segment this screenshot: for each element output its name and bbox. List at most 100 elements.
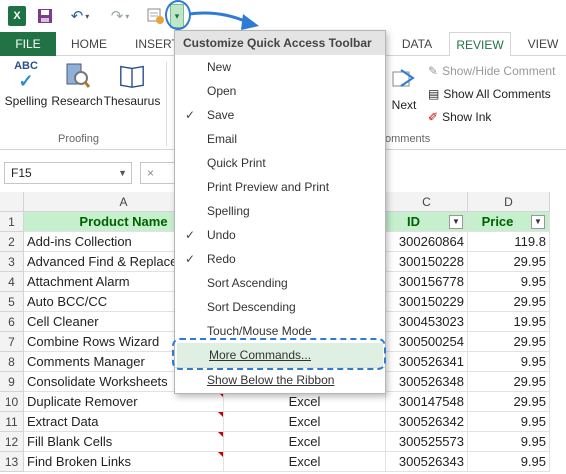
menu-item[interactable]: ✓ Redo	[175, 247, 385, 271]
price-cell[interactable]: 29.95	[468, 292, 550, 312]
quick-access-toolbar: X ↶ ▾ ↷ ▾ ▾	[0, 0, 566, 32]
product-name-cell[interactable]: Extract Data	[24, 412, 224, 432]
row-number[interactable]: 9	[0, 372, 24, 392]
menu-item[interactable]: Print Preview and Print	[175, 175, 385, 199]
undo-icon[interactable]: ↶ ▾	[66, 6, 94, 26]
price-cell[interactable]: 29.95	[468, 392, 550, 412]
id-cell[interactable]: 300526348	[386, 372, 468, 392]
redo-icon[interactable]: ↷ ▾	[106, 6, 134, 26]
type-cell[interactable]: Excel	[224, 392, 386, 412]
id-header[interactable]: ID ▼	[386, 212, 468, 232]
price-cell[interactable]: 9.95	[468, 272, 550, 292]
price-cell[interactable]: 29.95	[468, 372, 550, 392]
table-row: 13 Find Broken Links Excel 300526343 9.95	[0, 452, 566, 472]
type-cell[interactable]: Excel	[224, 452, 386, 472]
proofing-group-label: Proofing	[58, 133, 99, 145]
row-number[interactable]: 2	[0, 232, 24, 252]
filter-icon[interactable]: ▼	[531, 215, 545, 229]
id-cell[interactable]: 300150228	[386, 252, 468, 272]
show-hide-comment-button[interactable]: ✎ Show/Hide Comment	[428, 61, 555, 81]
price-cell[interactable]: 29.95	[468, 332, 550, 352]
id-cell[interactable]: 300525573	[386, 432, 468, 452]
product-name-cell[interactable]: Fill Blank Cells	[24, 432, 224, 452]
show-all-comments-button[interactable]: ▤ Show All Comments	[428, 84, 551, 104]
row-number[interactable]: 5	[0, 292, 24, 312]
id-cell[interactable]: 300526343	[386, 452, 468, 472]
row-number[interactable]: 12	[0, 432, 24, 452]
name-box[interactable]: F15 ▼	[4, 162, 132, 184]
row-number[interactable]: 3	[0, 252, 24, 272]
menu-item[interactable]: Sort Descending	[175, 295, 385, 319]
type-cell[interactable]: Excel	[224, 412, 386, 432]
menu-item[interactable]: ✓ Save	[175, 103, 385, 127]
price-cell[interactable]: 9.95	[468, 432, 550, 452]
thesaurus-icon	[118, 60, 146, 90]
spelling-button[interactable]: ABC ✓ Spelling	[4, 60, 48, 108]
row-number[interactable]: 4	[0, 272, 24, 292]
menu-item[interactable]: Open	[175, 79, 385, 103]
menu-item-label: Sort Ascending	[207, 276, 288, 290]
next-comment-icon	[390, 64, 418, 94]
menu-item[interactable]: New	[175, 55, 385, 79]
id-cell[interactable]: 300453023	[386, 312, 468, 332]
menu-item[interactable]: ✓ Undo	[175, 223, 385, 247]
id-cell[interactable]: 300147548	[386, 392, 468, 412]
row-number[interactable]: 7	[0, 332, 24, 352]
select-all-corner[interactable]	[0, 192, 24, 212]
menu-item-label: Undo	[207, 228, 236, 242]
menu-item[interactable]: Quick Print	[175, 151, 385, 175]
chevron-down-icon[interactable]: ▼	[118, 163, 127, 183]
id-cell[interactable]: 300156778	[386, 272, 468, 292]
checkmark-icon: ✓	[185, 252, 196, 266]
tab-file[interactable]: FILE	[0, 32, 56, 56]
customize-icon[interactable]	[146, 6, 166, 26]
price-cell[interactable]: 9.95	[468, 412, 550, 432]
product-name-cell[interactable]: Find Broken Links	[24, 452, 224, 472]
tab-insert[interactable]: INSERT	[135, 32, 175, 56]
row-number[interactable]: 1	[0, 212, 24, 232]
type-cell[interactable]: Excel	[224, 432, 386, 452]
column-header-d[interactable]: D	[468, 192, 550, 212]
tab-data[interactable]: DATA	[394, 32, 440, 56]
price-cell[interactable]: 9.95	[468, 352, 550, 372]
show-ink-button[interactable]: ✐ Show Ink	[428, 107, 491, 127]
id-cell[interactable]: 300526341	[386, 352, 468, 372]
show-all-comments-label: Show All Comments	[443, 87, 551, 101]
row-number[interactable]: 6	[0, 312, 24, 332]
price-cell[interactable]: 9.95	[468, 452, 550, 472]
thesaurus-button[interactable]: Thesaurus	[104, 60, 160, 108]
next-label: Next	[391, 98, 417, 112]
table-row: 10 Duplicate Remover Excel 300147548 29.95	[0, 392, 566, 412]
price-cell[interactable]: 119.8	[468, 232, 550, 252]
row-number[interactable]: 10	[0, 392, 24, 412]
filter-icon[interactable]: ▼	[449, 215, 463, 229]
id-cell[interactable]: 300260864	[386, 232, 468, 252]
name-box-value: F15	[11, 166, 32, 180]
save-icon[interactable]	[37, 6, 53, 26]
column-header-c[interactable]: C	[386, 192, 468, 212]
id-cell[interactable]: 300150229	[386, 292, 468, 312]
tab-home[interactable]: HOME	[66, 32, 112, 56]
product-name-cell[interactable]: Duplicate Remover	[24, 392, 224, 412]
id-cell[interactable]: 300526342	[386, 412, 468, 432]
menu-item[interactable]: Spelling	[175, 199, 385, 223]
menu-item[interactable]: Email	[175, 127, 385, 151]
comment-indicator-icon	[218, 412, 223, 417]
row-number[interactable]: 13	[0, 452, 24, 472]
price-cell[interactable]: 19.95	[468, 312, 550, 332]
row-number[interactable]: 11	[0, 412, 24, 432]
price-cell[interactable]: 29.95	[468, 252, 550, 272]
next-comment-button[interactable]: Next	[386, 64, 422, 112]
menu-item-label: New	[207, 60, 232, 74]
id-cell[interactable]: 300500254	[386, 332, 468, 352]
tab-view[interactable]: VIEW	[520, 32, 566, 56]
comments-group-label: omments	[385, 133, 431, 145]
row-number[interactable]: 8	[0, 352, 24, 372]
menu-item[interactable]: Sort Ascending	[175, 271, 385, 295]
checkmark-icon: ✓	[185, 108, 196, 122]
research-button[interactable]: Research	[51, 60, 103, 108]
checkmark-icon: ✓	[185, 228, 196, 242]
tab-review[interactable]: REVIEW	[449, 32, 511, 57]
show-below-ribbon-item[interactable]: Show Below the Ribbon	[175, 367, 385, 391]
price-header[interactable]: Price ▼	[468, 212, 550, 232]
